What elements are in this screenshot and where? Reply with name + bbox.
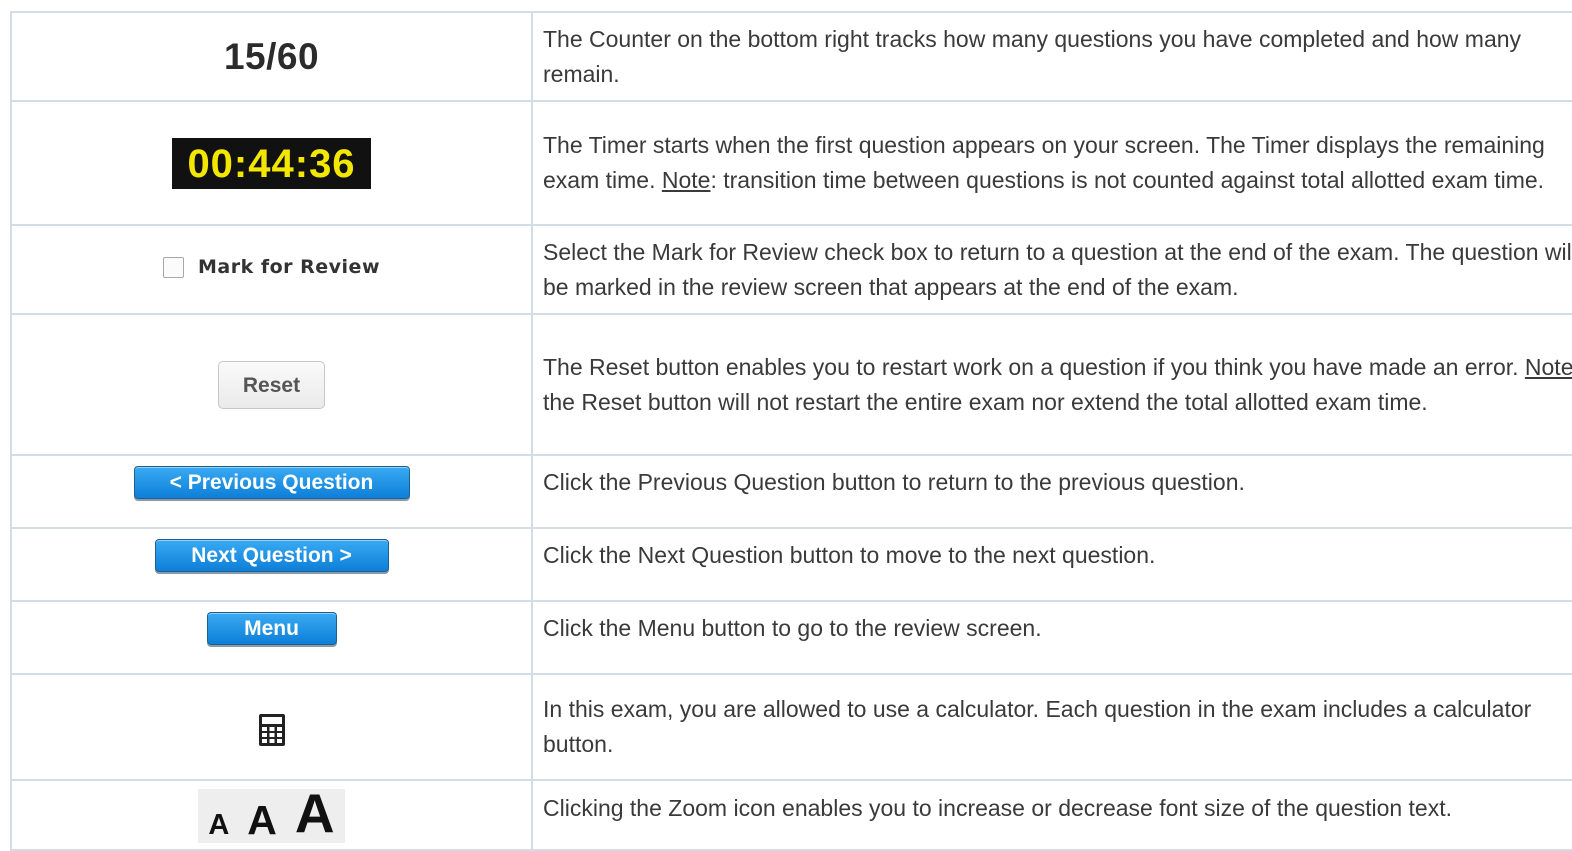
description-text: Clicking the Zoom icon enables you to in… bbox=[543, 795, 1453, 821]
description-text: Click the Next Question button to move t… bbox=[543, 542, 1156, 568]
mark-for-review-checkbox[interactable] bbox=[162, 256, 184, 278]
table-row: Menu Click the Menu button to go to the … bbox=[10, 600, 1572, 675]
mark-cell: Mark for Review bbox=[10, 224, 533, 315]
table-row: Reset The Reset button enables you to re… bbox=[10, 313, 1572, 456]
description-text: Click the Previous Question button to re… bbox=[543, 469, 1245, 495]
description-cell: Select the Mark for Review check box to … bbox=[531, 224, 1572, 315]
description-text: The Reset button enables you to restart … bbox=[543, 353, 1525, 380]
table-row: Next Question > Click the Next Question … bbox=[10, 527, 1572, 602]
description-text: In this exam, you are allowed to use a c… bbox=[543, 696, 1532, 757]
zoom-cell: A A A bbox=[10, 779, 533, 851]
mark-for-review[interactable]: Mark for Review bbox=[162, 256, 380, 279]
menu-button[interactable]: Menu bbox=[206, 612, 337, 645]
description-cell: The Timer starts when the first question… bbox=[531, 100, 1572, 226]
calculator-cell bbox=[10, 673, 533, 781]
description-cell: Click the Next Question button to move t… bbox=[531, 527, 1572, 602]
reset-button[interactable]: Reset bbox=[218, 360, 325, 409]
zoom-large-icon[interactable]: A bbox=[295, 786, 335, 841]
table-row: < Previous Question Click the Previous Q… bbox=[10, 454, 1572, 529]
description-text: Select the Mark for Review check box to … bbox=[543, 238, 1572, 300]
table-row: Mark for Review Select the Mark for Revi… bbox=[10, 224, 1572, 315]
timer-cell: 00:44:36 bbox=[10, 100, 533, 226]
table-row: A A A Clicking the Zoom icon enables you… bbox=[10, 779, 1572, 851]
description-cell: The Reset button enables you to restart … bbox=[531, 313, 1572, 456]
previous-cell: < Previous Question bbox=[10, 454, 533, 529]
description-cell: The Counter on the bottom right tracks h… bbox=[531, 11, 1572, 102]
next-question-button[interactable]: Next Question > bbox=[154, 539, 389, 572]
table-row: 15/60 The Counter on the bottom right tr… bbox=[10, 11, 1572, 102]
zoom-control: A A A bbox=[198, 786, 345, 843]
table-row: In this exam, you are allowed to use a c… bbox=[10, 673, 1572, 781]
menu-cell: Menu bbox=[10, 600, 533, 675]
calculator-icon[interactable] bbox=[258, 713, 286, 752]
description-text: : transition time between questions is n… bbox=[710, 167, 1545, 193]
note-label: Note bbox=[661, 167, 711, 193]
mark-for-review-label: Mark for Review bbox=[197, 256, 380, 279]
description-cell: Clicking the Zoom icon enables you to in… bbox=[531, 779, 1572, 851]
previous-question-button[interactable]: < Previous Question bbox=[133, 466, 410, 499]
question-counter: 15/60 bbox=[223, 35, 320, 77]
timer-display: 00:44:36 bbox=[172, 137, 371, 189]
description-cell: In this exam, you are allowed to use a c… bbox=[531, 673, 1572, 781]
exam-guide-table: 15/60 The Counter on the bottom right tr… bbox=[10, 11, 1572, 851]
counter-cell: 15/60 bbox=[10, 11, 533, 102]
note-label: Note bbox=[1524, 353, 1572, 380]
next-cell: Next Question > bbox=[10, 527, 533, 602]
reset-cell: Reset bbox=[10, 313, 533, 456]
description-text: The Counter on the bottom right tracks h… bbox=[543, 25, 1522, 87]
table-row: 00:44:36 The Timer starts when the first… bbox=[10, 100, 1572, 226]
zoom-medium-icon[interactable]: A bbox=[247, 800, 277, 841]
description-text: Click the Menu button to go to the revie… bbox=[543, 615, 1042, 641]
description-cell: Click the Menu button to go to the revie… bbox=[531, 600, 1572, 675]
description-cell: Click the Previous Question button to re… bbox=[531, 454, 1572, 529]
zoom-small-icon[interactable]: A bbox=[208, 811, 229, 840]
